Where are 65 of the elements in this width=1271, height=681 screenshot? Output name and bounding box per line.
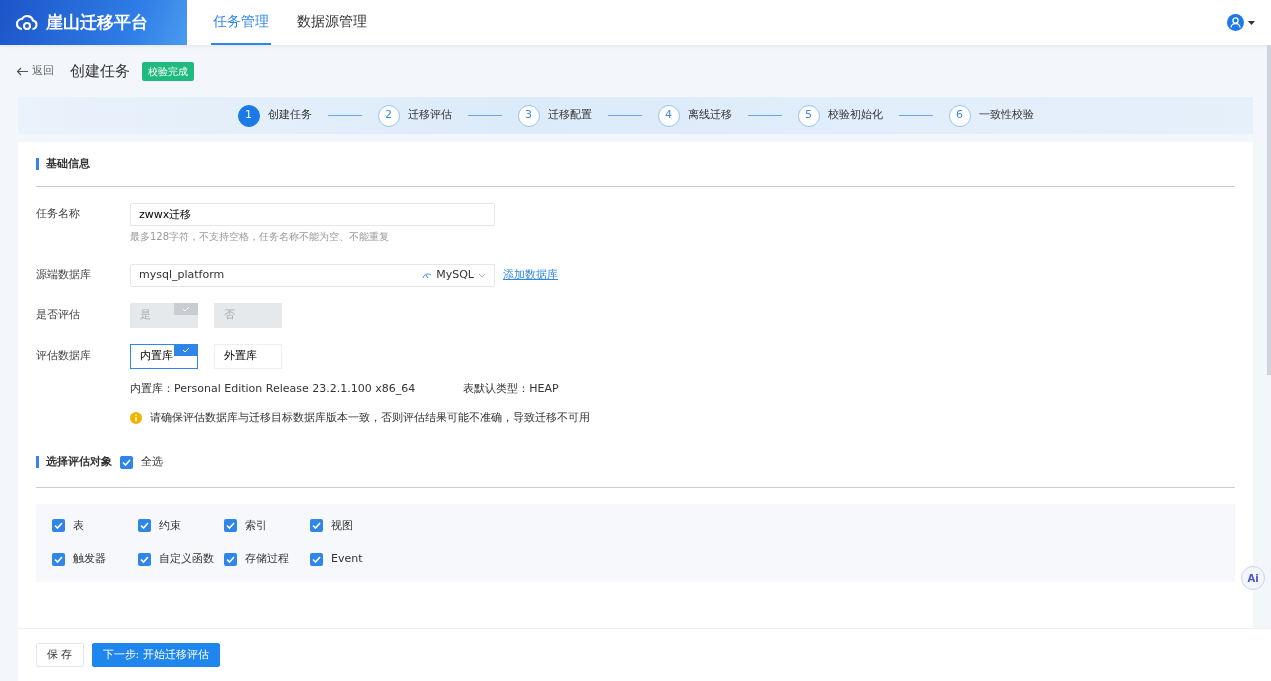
add-database-link[interactable]: 添加数据库	[503, 267, 558, 284]
checkbox[interactable]	[52, 519, 65, 533]
checkbox-label[interactable]: Event	[331, 551, 363, 568]
checkbox[interactable]	[138, 519, 151, 533]
checkbox[interactable]	[224, 552, 237, 566]
checkbox-label[interactable]: 自定义函数	[159, 551, 214, 568]
select-field[interactable]: mysql_platform MySQL	[130, 264, 495, 287]
checkmark-icon	[174, 303, 198, 315]
checkbox[interactable]	[120, 455, 133, 469]
step-number: 6	[948, 104, 971, 127]
checkbox-label[interactable]: 索引	[245, 517, 267, 534]
field-label: 源端数据库	[36, 267, 92, 284]
checkbox[interactable]	[52, 552, 65, 566]
option-button[interactable]: 内置库	[130, 344, 198, 369]
checkbox[interactable]	[138, 552, 151, 566]
nav-tab[interactable]: 数据源管理	[295, 0, 369, 45]
brand-name: 崖山迁移平台	[46, 10, 148, 34]
step-number: 2	[377, 104, 400, 127]
db-type-label: MySQL	[436, 267, 474, 284]
warning-icon	[130, 411, 142, 424]
checkbox[interactable]	[310, 552, 323, 566]
cloud-icon	[16, 12, 38, 33]
next-button[interactable]: 下一步: 开始迁移评估	[91, 643, 220, 667]
back-link[interactable]: 返回	[16, 62, 54, 80]
checkbox-label[interactable]: 表	[73, 517, 84, 534]
status-badge: 校验完成	[142, 61, 194, 81]
step-label: 迁移配置	[547, 107, 592, 124]
checkbox-label[interactable]: 存储过程	[245, 551, 289, 568]
checkbox[interactable]	[224, 519, 237, 533]
select-value: mysql_platform	[139, 267, 225, 284]
checkbox-label[interactable]: 视图	[331, 517, 353, 534]
step-label: 一致性校验	[978, 107, 1034, 124]
checkbox-label[interactable]: 触发器	[73, 551, 106, 568]
step-label: 迁移评估	[407, 107, 452, 124]
warning-text: 请确保评估数据库与迁移目标数据库版本一致，否则评估结果可能不准确，导致迁移不可用	[150, 409, 590, 426]
checkbox-label[interactable]: 全选	[141, 454, 163, 471]
chevron-icon	[478, 273, 486, 278]
page-title: 创建任务	[70, 60, 130, 82]
checkmark-icon	[174, 344, 198, 356]
field-label: 是否评估	[36, 307, 81, 324]
save-button[interactable]: 保 存	[36, 643, 84, 667]
text-field[interactable]: zwwx迁移	[130, 203, 495, 226]
checkbox-label[interactable]: 约束	[159, 517, 181, 534]
curve-icon	[422, 272, 433, 279]
caret-icon[interactable]	[1248, 20, 1255, 25]
step-number: 1	[237, 104, 260, 127]
user-avatar-icon[interactable]	[1227, 14, 1244, 31]
step-number: 3	[517, 104, 540, 127]
back-arrow-icon	[16, 66, 28, 76]
field-label: 任务名称	[36, 206, 81, 223]
ai-assistant-button[interactable]: Ai	[1241, 566, 1265, 590]
info-text: 内置库：Personal Edition Release 23.2.1.100 x86_64	[130, 381, 416, 397]
field-label: 评估数据库	[36, 348, 92, 365]
step-label: 校验初始化	[827, 107, 883, 124]
step-number: 4	[657, 104, 680, 127]
step-label: 离线迁移	[687, 107, 732, 124]
step-label: 创建任务	[267, 107, 312, 124]
checkbox[interactable]	[310, 519, 323, 533]
section-title: 基础信息	[36, 158, 1235, 170]
section-title: 选择评估对象	[36, 456, 112, 469]
option-button[interactable]: 外置库	[214, 344, 282, 369]
nav-tab[interactable]: 任务管理	[211, 0, 271, 45]
hint-text: 最多128字符，不支持空格，任务名称不能为空、不能重复	[130, 230, 391, 244]
info-text: 表默认类型：HEAP	[463, 381, 559, 397]
step-number: 5	[797, 104, 820, 127]
